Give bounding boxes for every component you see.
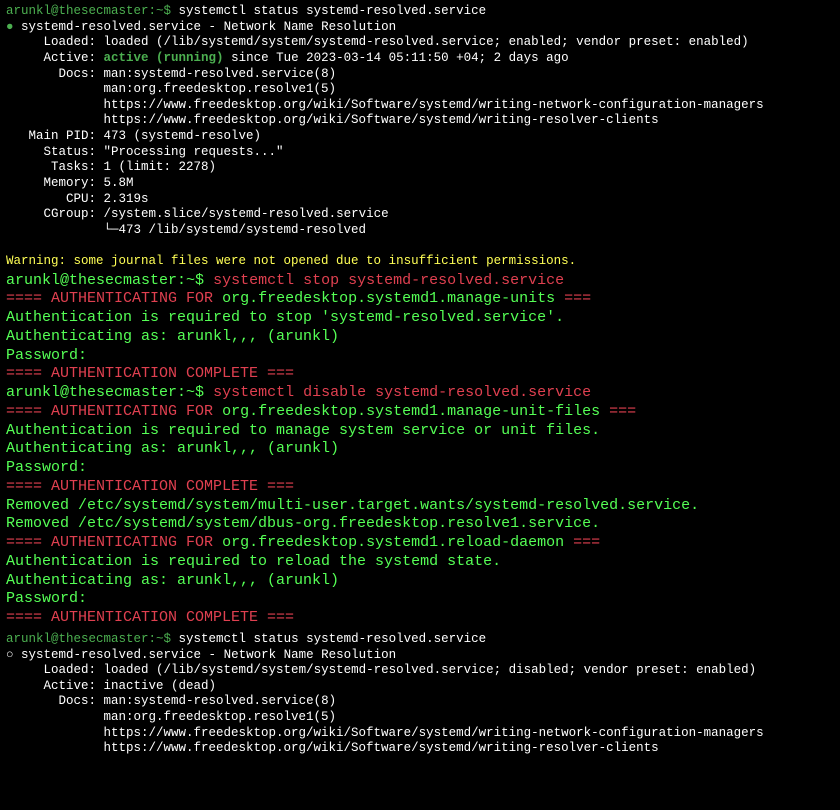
auth-end: === (564, 290, 591, 307)
command-text: systemctl disable systemd-resolved.servi… (213, 384, 591, 401)
password-prompt: Password: (6, 347, 87, 364)
warning-text: Warning: some journal files were not ope… (6, 254, 576, 268)
memory-label: Memory: (6, 176, 96, 190)
cpu-value: 2.319s (104, 192, 149, 206)
status-output-2: arunkl@thesecmaster:~$ systemctl status … (6, 628, 834, 757)
command-text: systemctl status systemd-resolved.servic… (179, 632, 487, 646)
auth-complete: ==== AUTHENTICATION COMPLETE === (6, 478, 294, 495)
auth-complete: ==== AUTHENTICATION COMPLETE === (6, 365, 294, 382)
tasks-label: Tasks: (6, 160, 96, 174)
auth-header: ==== AUTHENTICATING FOR (6, 290, 213, 307)
auth-as: Authenticating as: arunkl,,, (arunkl) (6, 572, 339, 589)
service-title: systemd-resolved.service - Network Name … (21, 20, 396, 34)
shell-prompt: arunkl@thesecmaster:~$ (6, 384, 204, 401)
auth-unit: org.freedesktop.systemd1.manage-units (222, 290, 555, 307)
cpu-label: CPU: (6, 192, 96, 206)
auth-as: Authenticating as: arunkl,,, (arunkl) (6, 440, 339, 457)
loaded-label: Loaded: (6, 663, 96, 677)
removed-line: Removed /etc/systemd/system/multi-user.t… (6, 497, 699, 514)
status-label: Status: (6, 145, 96, 159)
cgroup-label: CGroup: (6, 207, 96, 221)
active-label: Active: (6, 51, 96, 65)
auth-message: Authentication is required to reload the… (6, 553, 501, 570)
pid-value: 473 (systemd-resolve) (104, 129, 262, 143)
service-title: systemd-resolved.service - Network Name … (21, 648, 396, 662)
loaded-value: loaded (/lib/systemd/system/systemd-reso… (104, 35, 749, 49)
stop-command-block: arunkl@thesecmaster:~$ systemctl stop sy… (6, 270, 834, 385)
active-since: since Tue 2023-03-14 05:11:50 +04; 2 day… (231, 51, 569, 65)
auth-unit: org.freedesktop.systemd1.reload-daemon (222, 534, 564, 551)
doc-item: man:systemd-resolved.service(8) (104, 67, 337, 81)
doc-item: man:org.freedesktop.resolve1(5) (6, 710, 336, 724)
status-output-1: arunkl@thesecmaster:~$ systemctl status … (6, 4, 834, 270)
password-prompt: Password: (6, 590, 87, 607)
command-text: systemctl status systemd-resolved.servic… (179, 4, 487, 18)
auth-as: Authenticating as: arunkl,,, (arunkl) (6, 328, 339, 345)
memory-value: 5.8M (104, 176, 134, 190)
auth-header: ==== AUTHENTICATING FOR (6, 534, 213, 551)
cgroup-value: /system.slice/systemd-resolved.service (104, 207, 389, 221)
active-label: Active: (6, 679, 96, 693)
shell-prompt: arunkl@thesecmaster:~$ (6, 4, 171, 18)
doc-item: https://www.freedesktop.org/wiki/Softwar… (6, 98, 764, 112)
shell-prompt: arunkl@thesecmaster:~$ (6, 632, 171, 646)
shell-prompt: arunkl@thesecmaster:~$ (6, 272, 204, 289)
docs-label: Docs: (6, 67, 96, 81)
pid-label: Main PID: (6, 129, 96, 143)
terminal-window[interactable]: arunkl@thesecmaster:~$ systemctl status … (0, 0, 840, 761)
status-value: "Processing requests..." (104, 145, 284, 159)
loaded-label: Loaded: (6, 35, 96, 49)
disable-command-block: arunkl@thesecmaster:~$ systemctl disable… (6, 384, 834, 628)
auth-complete: ==== AUTHENTICATION COMPLETE === (6, 609, 294, 626)
command-text: systemctl stop systemd-resolved.service (213, 272, 564, 289)
cgroup-tree: └─473 /lib/systemd/systemd-resolved (6, 223, 366, 237)
password-prompt: Password: (6, 459, 87, 476)
doc-item: man:systemd-resolved.service(8) (104, 694, 337, 708)
removed-line: Removed /etc/systemd/system/dbus-org.fre… (6, 515, 600, 532)
auth-message: Authentication is required to manage sys… (6, 422, 600, 439)
auth-end: === (573, 534, 600, 551)
auth-message: Authentication is required to stop 'syst… (6, 309, 564, 326)
bullet-icon: ○ (6, 648, 14, 662)
doc-item: https://www.freedesktop.org/wiki/Softwar… (6, 741, 659, 755)
tasks-value: 1 (limit: 2278) (104, 160, 217, 174)
auth-header: ==== AUTHENTICATING FOR (6, 403, 213, 420)
bullet-icon: ● (6, 20, 14, 34)
doc-item: https://www.freedesktop.org/wiki/Softwar… (6, 113, 659, 127)
active-value: inactive (dead) (104, 679, 217, 693)
docs-label: Docs: (6, 694, 96, 708)
auth-unit: org.freedesktop.systemd1.manage-unit-fil… (222, 403, 600, 420)
auth-end: === (609, 403, 636, 420)
active-value: active (running) (104, 51, 224, 65)
doc-item: man:org.freedesktop.resolve1(5) (6, 82, 336, 96)
doc-item: https://www.freedesktop.org/wiki/Softwar… (6, 726, 764, 740)
loaded-value: loaded (/lib/systemd/system/systemd-reso… (104, 663, 757, 677)
